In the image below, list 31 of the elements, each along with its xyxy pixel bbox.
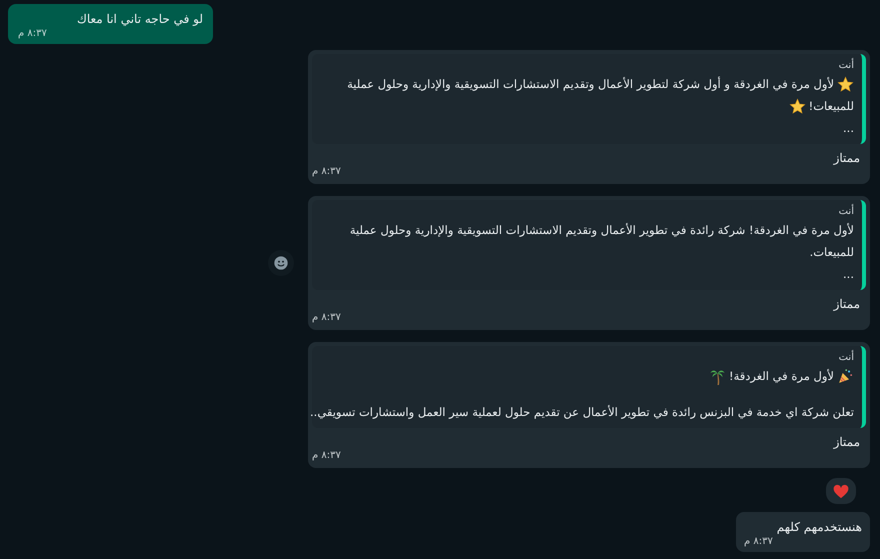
emoji-button[interactable] [268, 250, 294, 276]
message-text: لو في حاجه تاني انا معاك [76, 11, 203, 28]
star-icon [837, 76, 854, 92]
quoted-text: لأول مرة في الغردقة! شركة رائدة في تطوير الأعمال وتقديم الاستشارات التسويقية والإدارية وحلول عملية [350, 222, 854, 239]
quoted-text: ... [843, 266, 854, 283]
reaction-badge[interactable] [824, 476, 858, 506]
quoted-message[interactable]: أنت لأول مرة في الغردقة و أول شركة لتطوير الأعمال وتقديم الاستشارات التسويقية والإدارية وحلول عملية للمبيعات! ... [312, 54, 866, 144]
message-text: ممتاز [832, 296, 861, 312]
quoted-text: للمبيعات. [810, 244, 854, 261]
quoted-text: للمبيعات! [808, 98, 854, 115]
message-time: ٨:٣٧ م [18, 28, 47, 40]
quoted-message[interactable]: أنت لأول مرة في الغردقة! شركة رائدة في تطوير الأعمال وتقديم الاستشارات التسويقية والإدارية وحلول عملية للمبيعات. ... [312, 200, 866, 290]
quote-sender: أنت [838, 351, 854, 365]
quoted-text: ... [843, 120, 854, 137]
smiley-icon [273, 255, 289, 271]
party-popper-icon [837, 368, 854, 384]
message-time: ٨:٣٧ م [312, 312, 342, 325]
message-text: هنستخدمهم كلهم [776, 519, 862, 536]
message-text: ممتاز [832, 150, 861, 166]
message-time: ٨:٣٧ م [312, 166, 342, 179]
heart-icon [833, 484, 849, 498]
star-icon [788, 98, 806, 114]
quote-sender: أنت [838, 205, 854, 219]
message-time: ٨:٣٧ م [312, 450, 342, 463]
message-text: ممتاز [832, 434, 861, 450]
quoted-text: تعلن شركة اي خدمة في البزنس رائدة في تطوير الأعمال عن تقديم حلول لعملية سير العمل واستشارات تسويقي.. [310, 404, 854, 421]
quoted-text: لأول مرة في الغردقة! [728, 368, 834, 385]
quoted-message[interactable]: أنت لأول مرة في الغردقة! تعلن شركة اي خدمة في البزنس رائدة في تطوير الأعمال عن تقديم حلول لعملية سير العمل واستشارات تسويقي.. [312, 346, 866, 428]
quoted-text: لأول مرة في الغردقة و أول شركة لتطوير الأعمال وتقديم الاستشارات التسويقية والإدارية وحلول عملية [347, 76, 834, 93]
message-time: ٨:٣٧ م [744, 536, 773, 548]
quote-sender: أنت [838, 59, 854, 73]
